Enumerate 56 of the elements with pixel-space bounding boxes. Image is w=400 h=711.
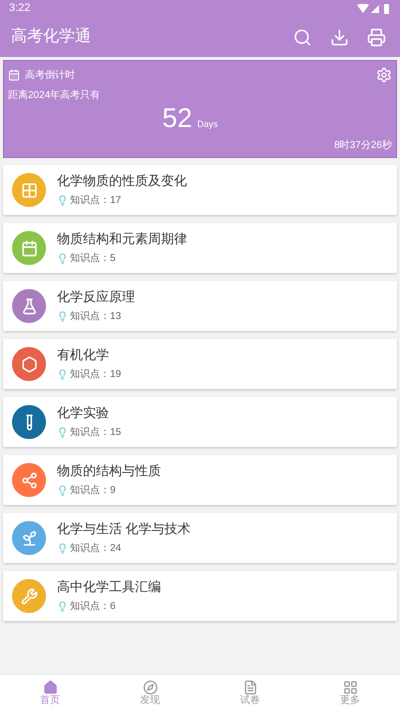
nodes-icon: [20, 472, 38, 488]
lightbulb-icon: [57, 543, 68, 554]
knowledge-count: 知识点：9: [70, 484, 116, 498]
knowledge-count: 知识点：6: [70, 600, 116, 614]
lightbulb-icon: [57, 485, 68, 496]
status-icons: [357, 4, 391, 14]
topic-card[interactable]: 化学反应原理 知识点：13: [3, 281, 397, 331]
document-icon: [242, 680, 258, 694]
topic-title: 化学物质的性质及变化: [57, 172, 187, 190]
home-icon: [42, 680, 58, 694]
search-icon[interactable]: [293, 28, 312, 46]
lightbulb-icon: [57, 369, 68, 380]
hexagon-icon: [20, 356, 38, 372]
topic-title: 化学实验: [57, 404, 110, 422]
download-icon[interactable]: [330, 28, 349, 46]
flask-icon: [20, 298, 38, 314]
days-number: 52: [162, 102, 192, 135]
knowledge-count: 知识点：19: [70, 368, 122, 382]
countdown-title: 高考倒计时: [25, 68, 76, 82]
days-unit: Days: [197, 118, 218, 131]
topic-card[interactable]: 化学实验 知识点：15: [3, 397, 397, 447]
grid-icon: [20, 182, 38, 198]
knowledge-count: 知识点：24: [70, 542, 122, 556]
topic-card[interactable]: 化学物质的性质及变化 知识点：17: [3, 165, 397, 215]
status-time: 3:22: [9, 1, 30, 16]
lightbulb-icon: [57, 195, 68, 206]
lightbulb-icon: [57, 601, 68, 612]
calendar-icon: [8, 69, 20, 81]
settings-icon[interactable]: [376, 67, 392, 83]
topic-card[interactable]: 化学与生活 化学与技术 知识点：24: [3, 513, 397, 563]
knowledge-count: 知识点：13: [70, 310, 122, 324]
knowledge-count: 知识点：15: [70, 426, 122, 440]
topic-title: 化学反应原理: [57, 288, 135, 306]
topic-card[interactable]: 有机化学 知识点：19: [3, 339, 397, 389]
topic-card[interactable]: 物质的结构与性质 知识点：9: [3, 455, 397, 505]
topic-title: 物质的结构与性质: [57, 462, 161, 480]
countdown-subtitle: 距离2024年高考只有: [8, 88, 102, 103]
topic-title: 有机化学: [57, 346, 110, 364]
lightbulb-icon: [57, 311, 68, 322]
topic-title: 物质结构和元素周期律: [57, 230, 187, 248]
calendar-icon: [20, 240, 38, 256]
remaining-time: 8时37分26秒: [334, 138, 392, 153]
lightbulb-icon: [57, 427, 68, 438]
topic-card[interactable]: 物质结构和元素周期律 知识点：5: [3, 223, 397, 273]
knowledge-count: 知识点：17: [70, 194, 122, 208]
topic-title: 化学与生活 化学与技术: [57, 520, 191, 538]
topic-title: 高中化学工具汇编: [57, 578, 161, 596]
knowledge-count: 知识点：5: [70, 252, 116, 266]
compass-icon: [142, 680, 158, 694]
sprout-icon: [20, 530, 38, 546]
topic-card[interactable]: 高中化学工具汇编 知识点：6: [3, 571, 397, 621]
wrench-icon: [20, 588, 38, 604]
app-title: 高考化学通: [11, 26, 92, 47]
lightbulb-icon: [57, 253, 68, 264]
grid-icon: [342, 680, 358, 694]
printer-icon[interactable]: [367, 28, 386, 46]
